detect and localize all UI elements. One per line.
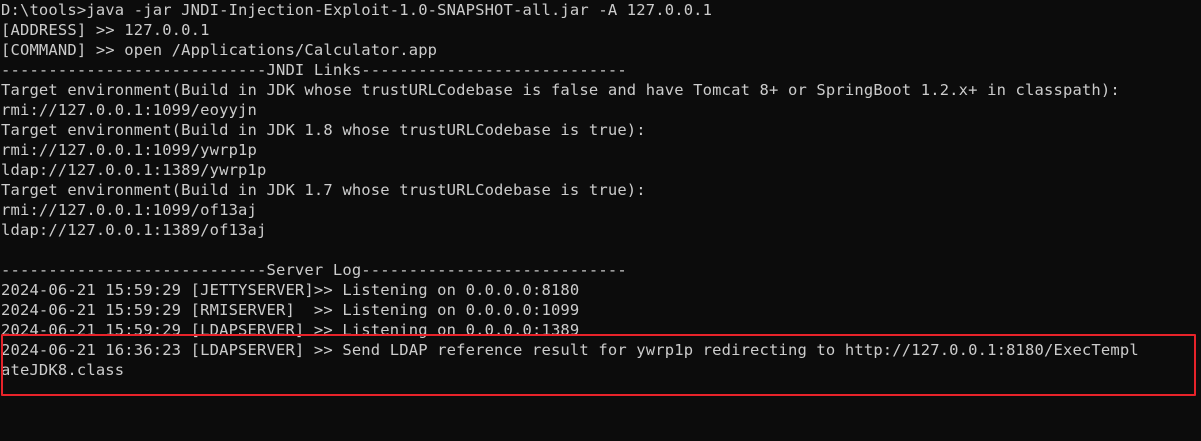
target-env-line: Target environment(Build in JDK 1.7 whos…: [1, 181, 646, 199]
server-log-separator: ----------------------------Server Log--…: [1, 261, 627, 279]
address-line: [ADDRESS] >> 127.0.0.1: [1, 21, 210, 39]
rmi-link-line: rmi://127.0.0.1:1099/ywrp1p: [1, 141, 258, 159]
command-output-line: [COMMAND] >> open /Applications/Calculat…: [1, 41, 438, 59]
jndi-links-separator: ----------------------------JNDI Links--…: [1, 61, 627, 79]
rmi-link-line: rmi://127.0.0.1:1099/eoyyjn: [1, 101, 258, 119]
ldap-link-line: ldap://127.0.0.1:1389/ywrp1p: [1, 161, 267, 179]
target-env-line: Target environment(Build in JDK 1.8 whos…: [1, 121, 646, 139]
target-env-line: Target environment(Build in JDK whose tr…: [1, 81, 1120, 99]
terminal-window[interactable]: D:\tools>java -jar JNDI-Injection-Exploi…: [0, 0, 1201, 441]
log-line-jetty: 2024-06-21 15:59:29 [JETTYSERVER]>> List…: [1, 281, 580, 299]
command-line: D:\tools>java -jar JNDI-Injection-Exploi…: [1, 1, 713, 19]
highlight-annotation-box: [1, 334, 1196, 396]
log-line-rmi: 2024-06-21 15:59:29 [RMISERVER] >> Liste…: [1, 301, 580, 319]
ldap-link-line: ldap://127.0.0.1:1389/of13aj: [1, 221, 267, 239]
rmi-link-line: rmi://127.0.0.1:1099/of13aj: [1, 201, 258, 219]
